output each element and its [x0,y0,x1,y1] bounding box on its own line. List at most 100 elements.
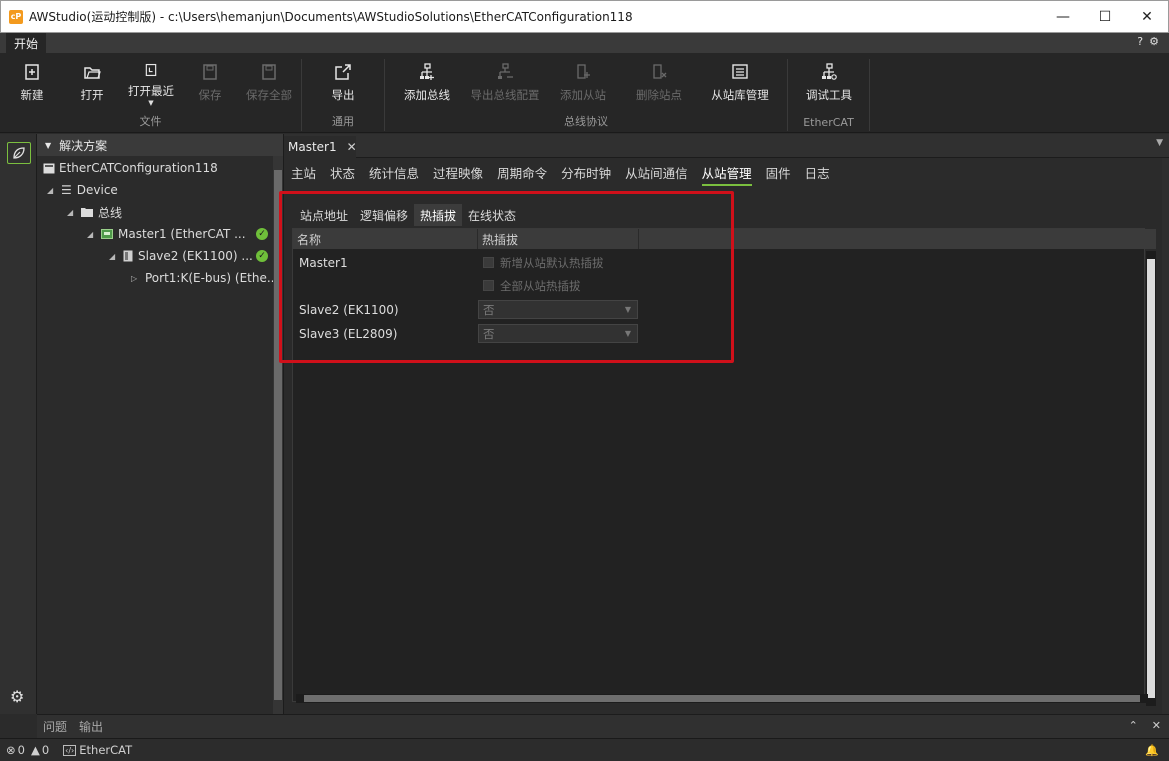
subtab-statistics[interactable]: 统计信息 [369,158,419,186]
inner-tabs: 站点地址 逻辑偏移 热插拔 在线状态 [294,204,522,226]
document-scrollbar[interactable] [1162,158,1169,714]
tree-item-slave2[interactable]: ◢ Slave2 (EK1100) ... [109,245,253,267]
tree-item-master1[interactable]: ◢ Master1 (EtherCAT ... [87,223,246,245]
tab-list-icon[interactable]: ▼ [1156,138,1163,148]
new-slave-default-hotplug-checkbox[interactable]: 新增从站默认热插拔 [483,251,604,274]
all-slaves-hotplug-checkbox[interactable]: 全部从站热插拔 [483,274,581,297]
collapsed-arrow-icon[interactable]: ▷ [131,274,145,283]
tab-problems[interactable]: 问题 [43,718,67,735]
table-row: Slave3 (EL2809) 否 ▼ [293,322,639,345]
status-bar: ⊗ 0 ▲ 0 ‹/› EtherCAT 🔔 [0,738,1169,761]
warning-count[interactable]: ▲ 0 [31,743,49,757]
close-icon[interactable]: ✕ [347,140,357,154]
tab-hot-plug[interactable]: 热插拔 [414,204,463,226]
slave3-hotplug-select[interactable]: 否 ▼ [478,324,638,343]
save-button[interactable]: 保存 [182,63,238,107]
subtab-cyclic-commands[interactable]: 周期命令 [497,158,547,186]
ribbon: 新建 打开 打开最近 ▼ 保存 保存全部 文件 导出 通用 添加总线 导出总线配… [0,53,1169,133]
chevron-down-icon: ▼ [624,329,631,338]
checkbox-box[interactable] [483,280,494,291]
error-count[interactable]: ⊗ 0 [6,743,25,757]
row-name: Master1 [299,255,348,270]
tab-online-state[interactable]: 在线状态 [462,204,522,226]
grid-vertical-scrollbar[interactable] [1146,251,1156,706]
tab-master1[interactable]: Master1 ✕ [284,136,357,158]
expanded-arrow-icon[interactable]: ◢ [87,230,101,239]
expanded-arrow-icon[interactable]: ◢ [47,186,61,195]
tree-item-device[interactable]: ◢ ☰ Device [47,179,118,201]
open-button[interactable]: 打开 [64,63,120,107]
chevron-up-icon[interactable]: ⌃ [1129,719,1138,732]
tree-item-bus[interactable]: ◢ 总线 [67,201,122,223]
checkbox-box[interactable] [483,257,494,268]
subtab-master[interactable]: 主站 [291,158,316,186]
expanded-arrow-icon[interactable]: ◢ [109,252,123,261]
subtab-distributed-clock[interactable]: 分布时钟 [561,158,611,186]
device-list-icon: ☰ [61,183,72,197]
mode-indicator[interactable]: ‹/› EtherCAT [63,743,132,757]
export-button[interactable]: 导出 [315,63,371,107]
open-folder-icon [84,67,101,79]
scrollbar-thumb[interactable] [1147,259,1155,698]
maximize-button[interactable]: ☐ [1084,1,1126,33]
tree-item-solution[interactable]: EtherCATConfiguration118 [43,157,218,179]
solution-explorer-button[interactable] [7,142,31,164]
slave2-hotplug-select[interactable]: 否 ▼ [478,300,638,319]
subtab-status[interactable]: 状态 [330,158,355,186]
ribbon-group-general: 导出 通用 [302,59,385,131]
help-icon[interactable]: ? [1137,35,1143,48]
error-count-value: 0 [17,743,25,757]
warning-count-value: 0 [41,743,50,757]
slave-management-content: 站点地址 逻辑偏移 热插拔 在线状态 名称 热插拔 Master1 新增从站默认… [284,190,1162,710]
select-value: 否 [483,302,495,317]
settings-icon[interactable]: ⚙ [1149,35,1159,48]
window-title: AWStudio(运动控制版) - c:\Users\hemanjun\Docu… [29,10,633,24]
checkbox-label: 全部从站热插拔 [500,278,581,293]
solution-header[interactable]: ▼ 解决方案 [37,134,283,156]
delete-station-button[interactable]: 删除站点 [631,63,687,107]
open-recent-button[interactable]: 打开最近 ▼ [123,63,179,107]
slave-library-icon [732,64,748,79]
ribbon-tab-start[interactable]: 开始 [6,33,47,53]
mode-label: EtherCAT [79,743,133,757]
bell-icon[interactable]: 🔔 [1145,744,1159,757]
tree-item-label: Slave2 (EK1100) ... [138,249,253,263]
select-value: 否 [483,326,495,341]
add-bus-button[interactable]: 添加总线 [399,63,455,107]
subtab-slave-to-slave[interactable]: 从站间通信 [625,158,688,186]
collapse-arrow-icon[interactable]: ▼ [45,141,51,150]
column-header-name[interactable]: 名称 [293,229,478,249]
chevron-down-icon: ▼ [624,305,631,314]
close-icon[interactable]: ✕ [1152,719,1161,732]
save-all-button[interactable]: 保存全部 [241,63,297,107]
subtab-firmware[interactable]: 固件 [766,158,791,186]
subtab-slave-management[interactable]: 从站管理 [701,158,752,186]
gear-icon[interactable]: ⚙ [10,687,24,706]
tree-item-label: EtherCATConfiguration118 [59,161,218,175]
scrollbar-thumb[interactable] [304,695,1140,702]
tab-station-address[interactable]: 站点地址 [294,204,354,226]
subtab-process-image[interactable]: 过程映像 [433,158,483,186]
leaf-icon [13,147,25,159]
document-tab-bar: Master1 ✕ ▼ [284,134,1169,158]
slave-library-button[interactable]: 从站库管理 [707,63,773,107]
tab-output[interactable]: 输出 [79,718,103,735]
minimize-button[interactable]: — [1042,1,1084,33]
tree-item-port1[interactable]: ▷ Port1:K(E-bus) (Ethe... [131,267,278,289]
subtab-log[interactable]: 日志 [805,158,830,186]
group-label-bus-protocol: 总线协议 [564,115,608,128]
scrollbar-thumb[interactable] [274,170,282,700]
grid-horizontal-scrollbar[interactable] [296,694,1148,703]
close-window-button[interactable]: ✕ [1126,1,1168,33]
export-bus-config-icon [498,63,513,79]
app-logo-icon: cP [9,9,23,24]
debug-tool-button[interactable]: 调试工具 [801,63,857,107]
tree-item-label: Port1:K(E-bus) (Ethe... [145,271,279,285]
new-button[interactable]: 新建 [4,63,60,107]
tab-logical-offset[interactable]: 逻辑偏移 [354,204,414,226]
solution-scrollbar[interactable] [273,156,283,714]
column-header-hotplug[interactable]: 热插拔 [478,229,639,249]
export-bus-config-button[interactable]: 导出总线配置 [467,63,543,107]
expanded-arrow-icon[interactable]: ◢ [67,208,81,217]
add-slave-button[interactable]: 添加从站 [555,63,611,107]
